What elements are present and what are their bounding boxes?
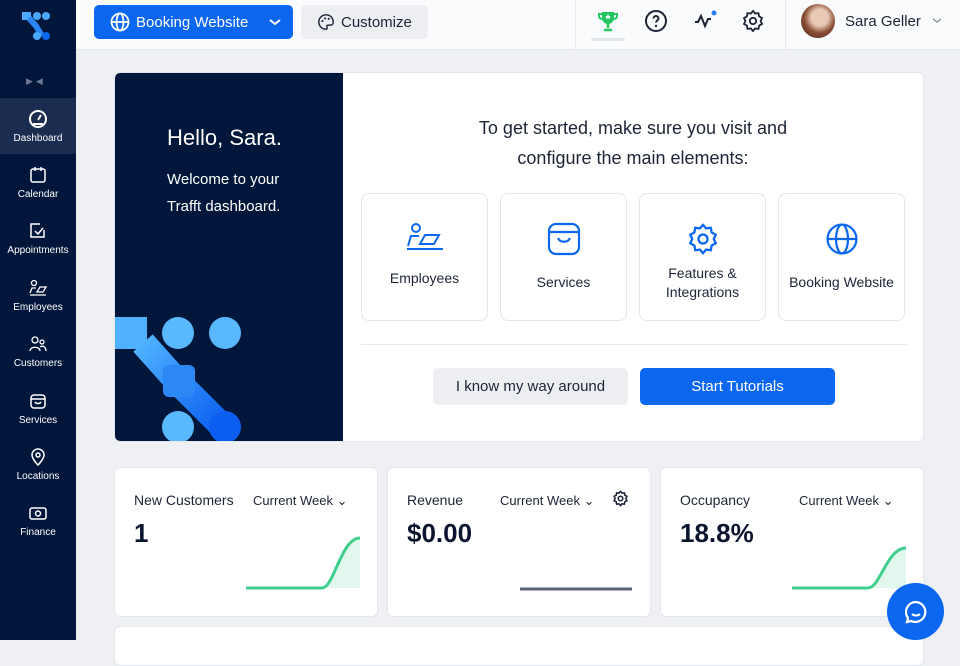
stat-value: 18.8%: [680, 518, 754, 548]
stat-title: New Customers: [134, 492, 234, 508]
tile-features-integrations[interactable]: Features & Integrations: [639, 193, 766, 321]
sparkline: [246, 536, 361, 590]
palette-icon: [318, 14, 334, 30]
intro-text: To get started, make sure you visit and …: [343, 113, 923, 173]
sidebar-item-finance[interactable]: Finance: [0, 493, 76, 549]
stat-card-new-customers: New Customers Current Week ⌄ 1: [114, 467, 378, 617]
customize-button[interactable]: Customize: [301, 5, 428, 39]
sidebar-item-customers[interactable]: Customers: [0, 324, 76, 380]
sidebar-item-label: Calendar: [17, 189, 59, 201]
period-dropdown[interactable]: Current Week ⌄: [799, 493, 894, 509]
period-label: Current Week: [500, 493, 580, 508]
bag-icon: [30, 393, 46, 409]
stat-title: Occupancy: [680, 492, 751, 508]
sidebar-item-calendar[interactable]: Calendar: [0, 154, 76, 210]
map-pin-icon: [31, 448, 45, 467]
chevron-down-icon: ⌄: [882, 493, 894, 508]
employee-desk-icon: [29, 279, 48, 296]
trafft-logo[interactable]: [22, 10, 52, 42]
tile-label: Employees: [389, 270, 460, 286]
sparkline: [792, 546, 907, 590]
booking-website-button[interactable]: Booking Website: [94, 5, 293, 39]
period-dropdown[interactable]: Current Week ⌄: [253, 493, 348, 509]
bag-icon: [547, 222, 580, 256]
sidebar-item-label: Services: [18, 414, 58, 426]
users-icon: [29, 336, 47, 352]
globe-icon: [825, 223, 858, 255]
tile-employees[interactable]: Employees: [361, 193, 488, 321]
checkbox-icon: [30, 223, 45, 239]
sidebar-item-dashboard[interactable]: Dashboard: [0, 98, 76, 155]
sidebar-item-label: Dashboard: [13, 132, 63, 144]
settings-gear-icon[interactable]: [741, 9, 765, 33]
sidebar-item-label: Locations: [16, 471, 60, 483]
stat-value: $0.00: [407, 518, 473, 548]
banknote-icon: [29, 507, 47, 521]
sidebar: ▶◀ Dashboard Calendar Appointments Emplo…: [0, 0, 76, 640]
sidebar-item-employees[interactable]: Employees: [0, 267, 76, 323]
bottom-card: [114, 626, 924, 666]
chevron-down-icon: [932, 18, 942, 23]
welcome-panel: Hello, Sara. Welcome to your Trafft dash…: [115, 73, 343, 441]
trophy-icon[interactable]: [596, 9, 620, 33]
gear-icon: [688, 223, 717, 255]
trafft-graphic: [115, 317, 241, 441]
chevron-down-icon[interactable]: [267, 14, 283, 30]
period-label: Current Week: [799, 493, 879, 508]
activity-icon[interactable]: [693, 9, 719, 33]
globe-icon: [110, 12, 130, 32]
employee-desk-icon: [406, 223, 443, 250]
customize-label: Customize: [341, 13, 412, 31]
collapse-toggle-icon[interactable]: ▶◀: [26, 76, 46, 87]
divider: [361, 344, 907, 345]
start-tutorials-button[interactable]: Start Tutorials: [640, 368, 835, 405]
sidebar-item-appointments[interactable]: Appointments: [0, 211, 76, 267]
sparkline: [520, 587, 632, 591]
tile-booking-website[interactable]: Booking Website: [778, 193, 905, 321]
topbar: Booking Website Customize Sara Geller: [76, 0, 960, 50]
stat-card-occupancy: Occupancy Current Week ⌄ 18.8%: [660, 467, 924, 617]
help-icon[interactable]: [644, 9, 668, 33]
avatar: [801, 4, 835, 38]
skip-tutorial-button[interactable]: I know my way around: [433, 368, 628, 405]
tile-label: Booking Website: [789, 274, 894, 290]
stat-title: Revenue: [407, 492, 464, 508]
sidebar-item-label: Finance: [20, 527, 56, 539]
chevron-down-icon: ⌄: [336, 493, 348, 508]
welcome-subtitle: Welcome to your Trafft dashboard.: [167, 171, 281, 215]
chevron-down-icon: ⌄: [583, 493, 595, 508]
sidebar-item-label: Appointments: [7, 245, 69, 257]
period-dropdown[interactable]: Current Week ⌄: [500, 493, 595, 509]
tile-label: Features & Integrations: [665, 265, 740, 300]
gauge-icon: [29, 109, 47, 128]
tile-services[interactable]: Services: [500, 193, 627, 321]
sidebar-item-locations[interactable]: Locations: [0, 436, 76, 492]
intro-label: To get started, make sure you visit and …: [478, 118, 788, 168]
chat-button[interactable]: [887, 583, 944, 640]
calendar-icon: [30, 167, 46, 183]
welcome-heading: Hello, Sara.: [167, 125, 282, 150]
period-label: Current Week: [253, 493, 333, 508]
tile-label: Services: [536, 274, 591, 290]
stat-value: 1: [134, 518, 149, 548]
booking-website-label: Booking Website: [136, 13, 249, 31]
stat-card-revenue: Revenue Current Week ⌄ $0.00: [387, 467, 651, 617]
sidebar-item-label: Customers: [13, 358, 63, 370]
sidebar-item-label: Employees: [13, 301, 63, 313]
user-name: Sara Geller: [845, 12, 921, 30]
user-menu[interactable]: Sara Geller: [801, 4, 943, 38]
sidebar-item-services[interactable]: Services: [0, 380, 76, 436]
gear-icon[interactable]: [612, 490, 629, 507]
welcome-card: Hello, Sara. Welcome to your Trafft dash…: [114, 72, 924, 442]
chat-bubble-icon: [904, 600, 926, 624]
